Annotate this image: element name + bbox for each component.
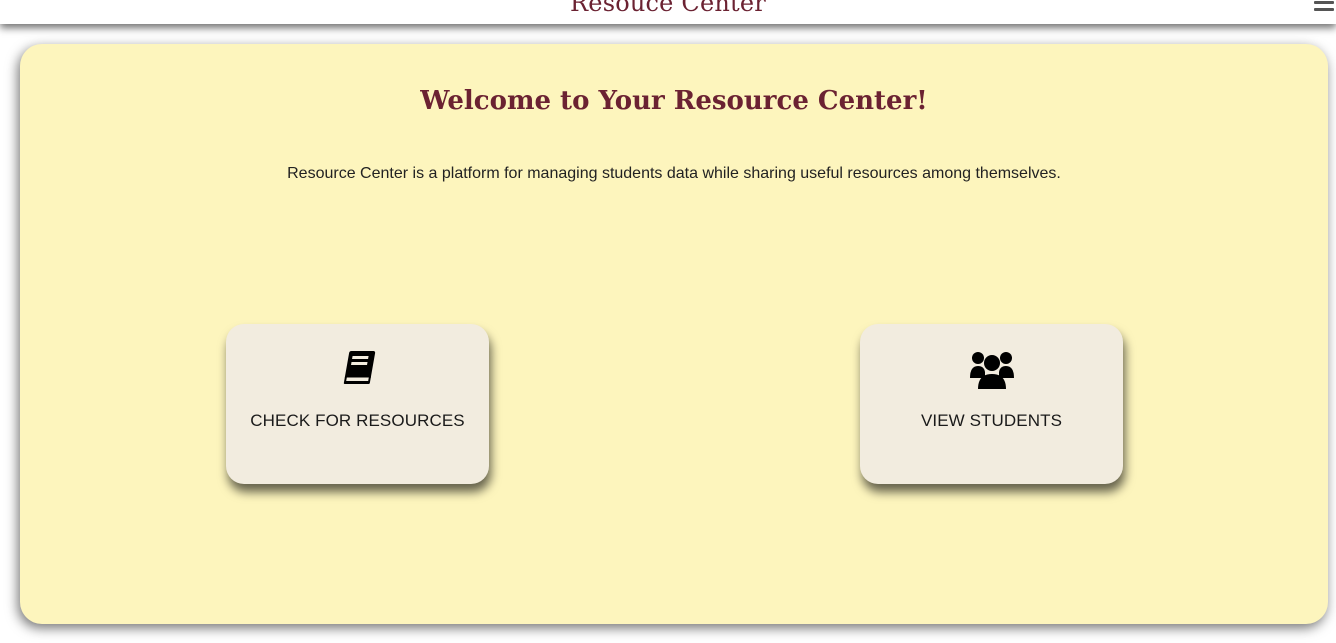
platform-description: Resource Center is a platform for managi…	[287, 165, 1061, 182]
book-icon	[226, 348, 489, 388]
view-students-label: VIEW STUDENTS	[920, 411, 1063, 430]
check-for-resources-label: CHECK FOR RESOURCES	[250, 411, 465, 430]
users-icon	[860, 348, 1123, 389]
welcome-card: Welcome to Your Resource Center! Resourc…	[20, 44, 1328, 624]
site-brand[interactable]: Resouce Center	[0, 0, 1336, 17]
check-for-resources-button[interactable]: CHECK FOR RESOURCES	[226, 324, 489, 484]
view-students-button[interactable]: VIEW STUDENTS	[860, 324, 1123, 484]
welcome-title: Welcome to Your Resource Center!	[420, 86, 928, 116]
hamburger-menu-icon[interactable]	[1314, 0, 1334, 12]
top-navbar: Resouce Center	[0, 0, 1336, 24]
